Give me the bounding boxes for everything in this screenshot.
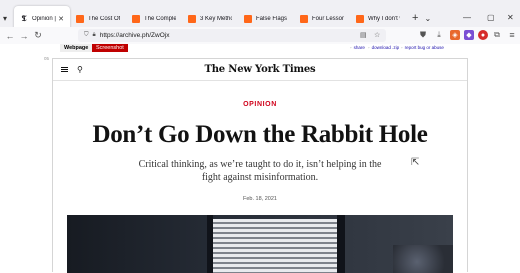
tab-label: The Cost Of Payin (88, 15, 120, 22)
tab-label: Four Lessons Tho (312, 15, 344, 22)
ublock-icon[interactable]: ● (478, 30, 488, 40)
tab-label: The Complex Dic (144, 15, 176, 22)
address-bar[interactable]: ⛉ 🔒︎ https://archive.ph/ZwOjx ▤ ☆ (78, 29, 386, 42)
new-tab-button[interactable]: + (412, 12, 418, 24)
nyt-header: ⚲ The New York Times (53, 59, 467, 81)
chevron-down-icon[interactable]: ⌄ (424, 14, 431, 23)
share-icon: ◦ (350, 45, 352, 50)
mouse-cursor-icon: ⇱ (411, 157, 420, 168)
close-icon[interactable]: ✕ (58, 15, 64, 23)
substack-icon (244, 14, 252, 23)
close-window-button[interactable]: ✕ (507, 13, 514, 22)
minimize-button[interactable]: — (463, 13, 471, 22)
archive-toolbar: Webpage Screenshot ◦ share ◦ download .zip… (0, 44, 520, 52)
archived-article: ⚲ The New York Times OPINION Don’t Go Do… (52, 58, 468, 273)
substack-icon (356, 14, 364, 23)
tab-label: Opinion | Don't (32, 15, 56, 22)
reload-icon[interactable]: ↻ (31, 30, 45, 41)
extension-purple-icon[interactable]: ◆ (464, 30, 474, 40)
navigation-bar: ← → ↻ ⛉ 🔒︎ https://archive.ph/ZwOjx ▤ ☆ … (0, 27, 520, 44)
substack-icon (132, 14, 140, 23)
shield-icon: ⛉ (84, 32, 89, 38)
article-headline: Don’t Go Down the Rabbit Hole (92, 121, 428, 148)
article-summary: Critical thinking, as we’re taught to do… (138, 159, 382, 183)
nyt-icon: 𝕿 (21, 13, 27, 23)
list-all-tabs-icon[interactable]: ▾ (0, 13, 10, 23)
tab-label: 3 Key Methods to (200, 15, 232, 22)
lock-icon: 🔒︎ (92, 32, 96, 38)
url-text[interactable]: https://archive.ph/ZwOjx (100, 32, 170, 39)
download-icon: ◦ (368, 45, 370, 50)
article-photo (67, 215, 453, 273)
article-date: Feb. 18, 2021 (243, 196, 277, 202)
maximize-button[interactable]: ▢ (487, 13, 495, 22)
download-icon[interactable]: ⤓ (434, 30, 444, 40)
archive-report-link[interactable]: ◦ report bug or abuse (401, 44, 444, 52)
archive-download-link[interactable]: ◦ download .zip (368, 44, 399, 52)
archive-page-marker: 05 (44, 56, 50, 61)
substack-icon (188, 14, 196, 23)
archive-webpage-tab[interactable]: Webpage (60, 44, 93, 52)
reader-view-icon[interactable]: ▤ (360, 31, 367, 39)
forward-arrow-icon[interactable]: → (17, 31, 31, 41)
archive-screenshot-tab[interactable]: Screenshot (92, 44, 128, 52)
tab-label: False Flags and Fa (256, 15, 288, 22)
substack-icon (300, 14, 308, 23)
extension-orange-icon[interactable]: ◈ (450, 30, 460, 40)
archive-share-link[interactable]: ◦ share (350, 44, 365, 52)
menu-icon[interactable]: ≡ (507, 30, 517, 40)
nyt-masthead-logo[interactable]: The New York Times (53, 64, 467, 75)
section-label[interactable]: OPINION (53, 101, 467, 108)
pocket-icon[interactable]: ⛊ (418, 30, 428, 40)
window-blinds-image (213, 219, 337, 273)
substack-icon (76, 14, 84, 23)
back-arrow-icon[interactable]: ← (3, 31, 17, 41)
extensions-puzzle-icon[interactable]: ⧉ (492, 30, 502, 40)
flag-icon: ◦ (401, 45, 403, 50)
tab-label: Why I don't wear (368, 15, 400, 22)
bookmark-star-icon[interactable]: ☆ (374, 31, 380, 39)
